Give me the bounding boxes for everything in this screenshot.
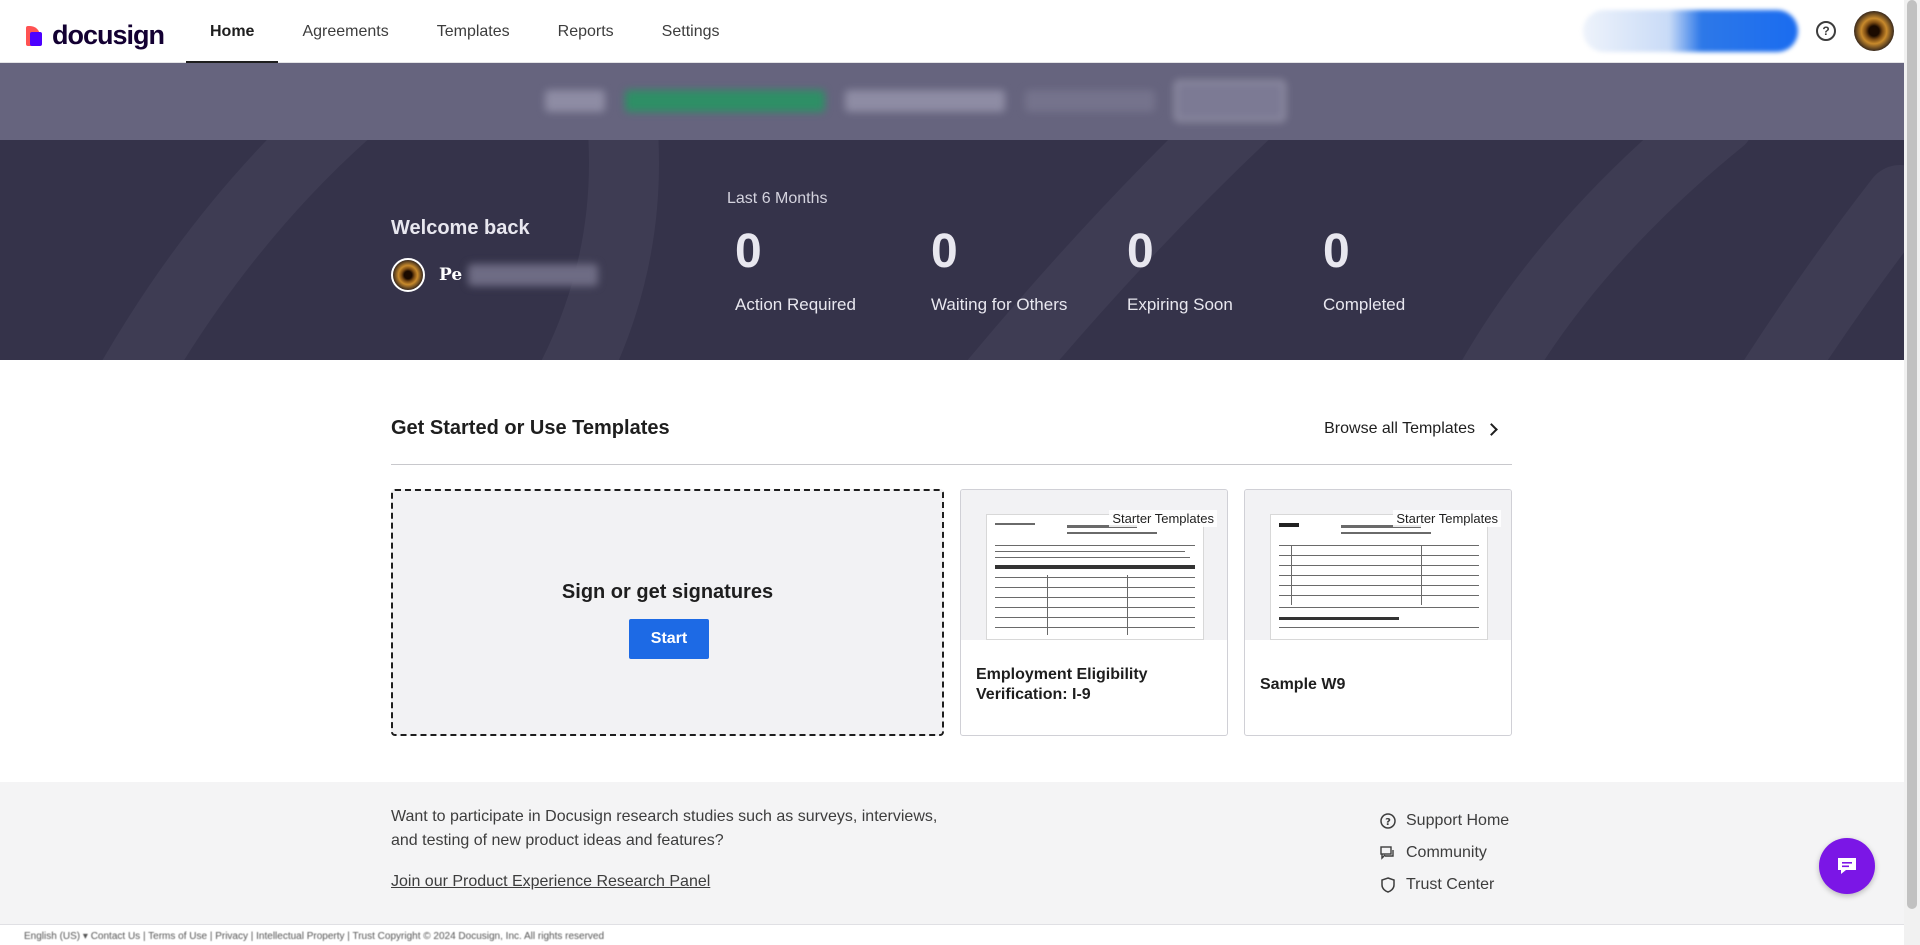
stat-action-required[interactable]: 0 Action Required bbox=[735, 228, 931, 315]
chat-icon bbox=[1838, 858, 1856, 874]
stat-label: Completed bbox=[1323, 295, 1406, 314]
sign-dropzone-card[interactable]: Sign or get signatures Start bbox=[391, 489, 944, 736]
tab-home[interactable]: Home bbox=[186, 0, 279, 64]
docusign-logo[interactable]: docusign bbox=[26, 20, 165, 51]
stat-waiting-for-others[interactable]: 0 Waiting for Others bbox=[931, 228, 1127, 315]
document-thumbnail bbox=[986, 514, 1204, 640]
user-name-blurred bbox=[468, 264, 599, 286]
trust-center-link[interactable]: Trust Center bbox=[1380, 869, 1509, 901]
tab-settings[interactable]: Settings bbox=[638, 0, 744, 63]
stat-value: 0 bbox=[1323, 225, 1350, 278]
stat-label: Expiring Soon bbox=[1127, 295, 1233, 314]
templates-section-header: Get Started or Use Templates Browse all … bbox=[391, 417, 1512, 465]
account-switcher-button[interactable] bbox=[1583, 10, 1798, 52]
stat-completed[interactable]: 0 Completed bbox=[1323, 228, 1519, 315]
tab-reports[interactable]: Reports bbox=[534, 0, 638, 63]
scrollbar-thumb[interactable] bbox=[1907, 0, 1917, 909]
page-footer: Want to participate in Docusign research… bbox=[0, 782, 1904, 924]
welcome-hero: Welcome back Pe Last 6 Months 0 Action R… bbox=[0, 140, 1904, 360]
section-title: Get Started or Use Templates bbox=[391, 417, 670, 439]
stats-period-label: Last 6 Months bbox=[727, 190, 828, 207]
support-home-link[interactable]: ? Support Home bbox=[1380, 805, 1509, 837]
svg-text:?: ? bbox=[1385, 817, 1391, 828]
template-preview: Starter Templates bbox=[1245, 490, 1511, 640]
template-card-w9[interactable]: Starter Templates Sample W9 bbox=[1244, 489, 1512, 736]
template-tag: Starter Templates bbox=[1393, 510, 1501, 527]
help-circle-icon: ? bbox=[1380, 813, 1396, 829]
nav-right-actions: ? bbox=[1583, 10, 1894, 52]
start-card-title: Sign or get signatures bbox=[561, 581, 774, 603]
legal-bar: English (US) ▾ Contact Us | Terms of Use… bbox=[0, 924, 1904, 945]
community-label: Community bbox=[1406, 844, 1487, 861]
notification-banner bbox=[0, 63, 1904, 140]
chat-bubbles-icon bbox=[1380, 845, 1396, 861]
browse-templates-link[interactable]: Browse all Templates bbox=[1324, 420, 1498, 438]
template-tag: Starter Templates bbox=[1109, 510, 1217, 527]
tab-templates[interactable]: Templates bbox=[413, 0, 534, 63]
template-name: Employment Eligibility Verification: I-9 bbox=[976, 666, 1148, 703]
trust-center-label: Trust Center bbox=[1406, 876, 1495, 893]
start-button[interactable]: Start bbox=[629, 619, 709, 659]
browse-templates-label: Browse all Templates bbox=[1324, 420, 1475, 437]
template-preview: Starter Templates bbox=[961, 490, 1227, 640]
template-card-i9[interactable]: Starter Templates Employment Eligibility… bbox=[960, 489, 1228, 736]
banner-action-button[interactable] bbox=[1175, 81, 1285, 121]
chat-button[interactable] bbox=[1819, 838, 1875, 894]
user-identity: Pe bbox=[391, 258, 599, 292]
avatar bbox=[391, 258, 425, 292]
stat-label: Waiting for Others bbox=[931, 295, 1068, 314]
footer-links: ? Support Home Community Trust Center bbox=[1380, 805, 1509, 901]
user-avatar-button[interactable] bbox=[1854, 11, 1894, 51]
stat-value: 0 bbox=[735, 225, 762, 278]
stat-expiring-soon[interactable]: 0 Expiring Soon bbox=[1127, 228, 1323, 315]
welcome-heading: Welcome back bbox=[391, 217, 530, 239]
logo-text: docusign bbox=[52, 20, 165, 50]
top-navigation: docusign Home Agreements Templates Repor… bbox=[0, 0, 1904, 64]
template-name: Sample W9 bbox=[1260, 676, 1346, 693]
research-panel-link[interactable]: Join our Product Experience Research Pan… bbox=[391, 873, 710, 891]
stat-value: 0 bbox=[1127, 225, 1154, 278]
user-name: Pe bbox=[439, 265, 463, 285]
docusign-logo-icon bbox=[26, 25, 46, 46]
research-invitation-text: Want to participate in Docusign research… bbox=[391, 808, 938, 849]
stat-label: Action Required bbox=[735, 295, 856, 314]
community-link[interactable]: Community bbox=[1380, 837, 1509, 869]
support-home-label: Support Home bbox=[1406, 812, 1510, 829]
shield-icon bbox=[1380, 877, 1396, 893]
help-circle-icon[interactable]: ? bbox=[1816, 21, 1836, 41]
legal-text: English (US) ▾ Contact Us | Terms of Use… bbox=[24, 931, 605, 942]
tab-agreements[interactable]: Agreements bbox=[278, 0, 412, 63]
document-thumbnail bbox=[1270, 514, 1488, 640]
main-nav-tabs: Home Agreements Templates Reports Settin… bbox=[186, 0, 744, 64]
banner-content-blurred bbox=[545, 81, 1285, 121]
stat-value: 0 bbox=[931, 225, 958, 278]
chevron-right-icon bbox=[1485, 422, 1498, 436]
envelope-stats: 0 Action Required 0 Waiting for Others 0… bbox=[735, 228, 1519, 315]
page-scrollbar[interactable] bbox=[1904, 0, 1920, 945]
